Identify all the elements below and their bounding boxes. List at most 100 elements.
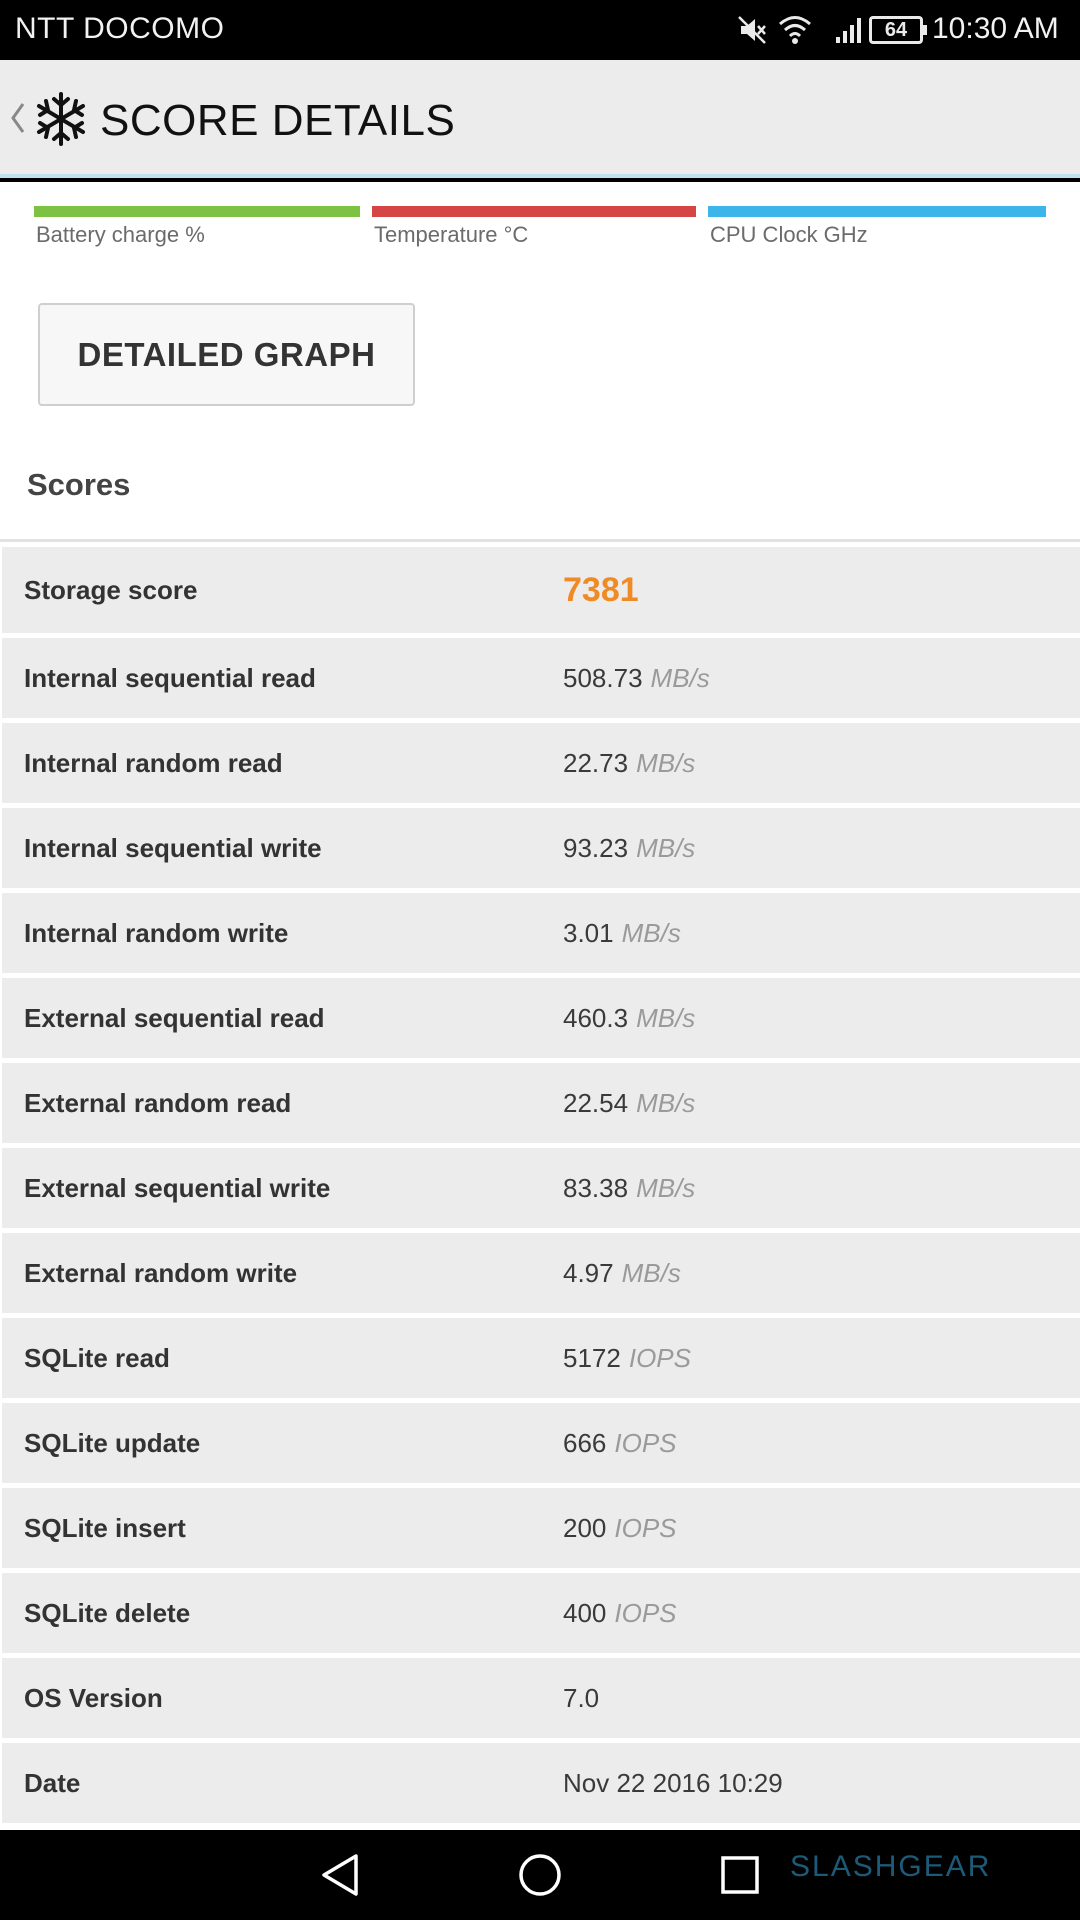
- row-label: Date: [24, 1767, 81, 1798]
- scores-divider: [0, 539, 1080, 542]
- row-label: Internal sequential read: [24, 662, 316, 693]
- legend-item-battery: Battery charge %: [34, 206, 360, 248]
- value-number: 7.0: [563, 1682, 600, 1713]
- legend-swatch-temperature: [372, 206, 696, 217]
- row-value: 400 IOPS: [563, 1573, 677, 1653]
- value-unit: IOPS: [614, 1597, 677, 1628]
- scores-heading: Scores: [27, 467, 131, 502]
- row-value: 4.97 MB/s: [563, 1233, 681, 1313]
- value-unit: IOPS: [614, 1427, 677, 1458]
- home-circle-icon[interactable]: [510, 1830, 570, 1920]
- back-chevron-icon[interactable]: [8, 98, 28, 143]
- row-label: Storage score: [24, 574, 198, 605]
- wifi-icon: [777, 13, 813, 47]
- carrier-name: NTT DOCOMO: [15, 12, 225, 45]
- value-number: 93.23: [563, 832, 629, 863]
- table-row: SQLite insert 200 IOPS: [0, 1488, 1080, 1568]
- legend-item-temperature: Temperature °C: [372, 206, 696, 248]
- detailed-graph-button[interactable]: DETAILED GRAPH: [38, 303, 415, 406]
- row-value: 22.73 MB/s: [563, 723, 695, 803]
- table-row: SQLite update 666 IOPS: [0, 1403, 1080, 1483]
- snowflake-icon: [32, 90, 90, 153]
- row-value: 3.01 MB/s: [563, 893, 681, 973]
- table-row: Internal random read 22.73 MB/s: [0, 723, 1080, 803]
- row-value: 200 IOPS: [563, 1488, 677, 1568]
- table-row: External sequential write 83.38 MB/s: [0, 1148, 1080, 1228]
- value-unit: MB/s: [621, 917, 681, 948]
- signal-icon: [835, 15, 865, 45]
- scores-table: Storage score 7381 Internal sequential rea…: [0, 547, 1080, 1828]
- value-number: 22.73: [563, 747, 629, 778]
- row-label: OS Version: [24, 1682, 163, 1713]
- row-label: External random write: [24, 1257, 298, 1288]
- value-number: 4.97: [563, 1257, 614, 1288]
- row-label: Internal random read: [24, 747, 283, 778]
- table-row: Storage score 7381: [0, 547, 1080, 633]
- table-row: Internal sequential read 508.73 MB/s: [0, 638, 1080, 718]
- row-label: SQLite update: [24, 1427, 201, 1458]
- value-number: 508.73: [563, 662, 643, 693]
- row-label: SQLite delete: [24, 1597, 191, 1628]
- back-triangle-icon[interactable]: [310, 1830, 370, 1920]
- value-number: 400: [563, 1597, 607, 1628]
- row-label: SQLite insert: [24, 1512, 186, 1543]
- watermark: SLASHGEAR: [790, 1850, 992, 1883]
- table-row: OS Version 7.0: [0, 1658, 1080, 1738]
- value-number: 666: [563, 1427, 607, 1458]
- battery-icon: 64: [869, 16, 927, 44]
- value-number: 5172: [563, 1342, 621, 1373]
- score-details-content: Battery charge % Temperature °C CPU Cloc…: [0, 182, 1080, 1830]
- value-unit: MB/s: [636, 1087, 696, 1118]
- table-row: SQLite read 5172 IOPS: [0, 1318, 1080, 1398]
- row-value: 460.3 MB/s: [563, 978, 695, 1058]
- row-value: 22.54 MB/s: [563, 1063, 695, 1143]
- mute-icon: [735, 13, 769, 47]
- table-row: External random read 22.54 MB/s: [0, 1063, 1080, 1143]
- value-unit: MB/s: [650, 662, 710, 693]
- row-label: SQLite read: [24, 1342, 170, 1373]
- value-number: 22.54: [563, 1087, 629, 1118]
- row-label: External sequential write: [24, 1172, 331, 1203]
- row-value: 508.73 MB/s: [563, 638, 710, 718]
- table-row: External sequential read 460.3 MB/s: [0, 978, 1080, 1058]
- row-value: 83.38 MB/s: [563, 1148, 695, 1228]
- page-title: SCORE DETAILS: [100, 96, 456, 145]
- table-row: Internal sequential write 93.23 MB/s: [0, 808, 1080, 888]
- value-unit: MB/s: [636, 832, 696, 863]
- row-label: External random read: [24, 1087, 292, 1118]
- value-number: 3.01: [563, 917, 614, 948]
- value-number: 83.38: [563, 1172, 629, 1203]
- value-unit: MB/s: [621, 1257, 681, 1288]
- value-unit: MB/s: [636, 747, 696, 778]
- status-icons: [735, 10, 865, 50]
- value-unit: MB/s: [636, 1172, 696, 1203]
- table-row: Date Nov 22 2016 10:29: [0, 1743, 1080, 1823]
- status-time: 10:30 AM: [932, 12, 1059, 45]
- value-unit: IOPS: [628, 1342, 691, 1373]
- value-number: Nov 22 2016 10:29: [563, 1767, 783, 1798]
- row-label: Internal random write: [24, 917, 289, 948]
- legend-item-cpu-clock: CPU Clock GHz: [708, 206, 1046, 248]
- row-value: 5172 IOPS: [563, 1318, 691, 1398]
- legend-label-battery: Battery charge %: [36, 222, 205, 247]
- legend-label-temperature: Temperature °C: [374, 222, 529, 247]
- table-row: SQLite delete 400 IOPS: [0, 1573, 1080, 1653]
- row-label: Internal sequential write: [24, 832, 322, 863]
- value-number: 460.3: [563, 1002, 629, 1033]
- row-value: Nov 22 2016 10:29: [563, 1743, 783, 1823]
- row-value: 666 IOPS: [563, 1403, 677, 1483]
- storage-score-value: 7381: [563, 547, 639, 633]
- legend-swatch-battery: [34, 206, 360, 217]
- legend-swatch-cpu-clock: [708, 206, 1046, 217]
- graph-legend: Battery charge % Temperature °C CPU Cloc…: [34, 206, 1046, 256]
- value-number: 7381: [563, 570, 639, 609]
- row-value: 7.0: [563, 1658, 599, 1738]
- table-row: External random write 4.97 MB/s: [0, 1233, 1080, 1313]
- row-label: External sequential read: [24, 1002, 325, 1033]
- recents-square-icon[interactable]: [710, 1830, 770, 1920]
- row-value: 93.23 MB/s: [563, 808, 695, 888]
- status-bar: NTT DOCOMO 64 10:30 AM: [0, 0, 1080, 60]
- legend-label-cpu-clock: CPU Clock GHz: [710, 222, 868, 247]
- value-unit: MB/s: [636, 1002, 696, 1033]
- table-row: Internal random write 3.01 MB/s: [0, 893, 1080, 973]
